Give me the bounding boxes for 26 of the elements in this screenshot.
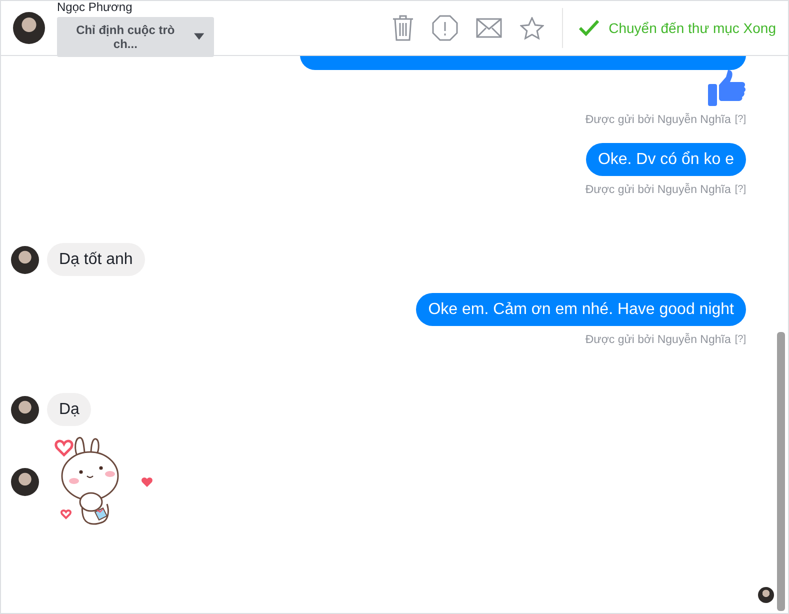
message-bubble: Oke. Dv có ổn ko e (586, 143, 746, 176)
checkmark-icon (578, 20, 599, 36)
contact-avatar (13, 12, 45, 44)
sent-by-label: Được gửi bởi Nguyễn Nghĩa (585, 114, 731, 126)
help-link[interactable]: [?] (734, 184, 746, 196)
contact-avatar (11, 468, 39, 496)
assign-dropdown[interactable]: Chỉ định cuộc trò ch... (57, 16, 214, 56)
seen-avatar (758, 587, 774, 603)
caret-icon (194, 33, 204, 40)
scrollbar-thumb[interactable] (777, 332, 785, 611)
trash-icon[interactable] (392, 15, 414, 41)
help-link[interactable]: [?] (734, 114, 746, 126)
alert-icon[interactable] (432, 15, 458, 41)
move-to-done-button[interactable]: Chuyển đến thư mục Xong (562, 20, 776, 36)
contact-avatar (11, 246, 39, 274)
star-icon[interactable] (520, 16, 544, 40)
message-bubble: Dạ (47, 393, 92, 426)
thumbs-up-icon (708, 70, 746, 106)
contact-name: Ngọc Phương (57, 1, 134, 14)
message-bubble: Oke em. Cảm ơn em nhé. Have good night (416, 293, 746, 326)
sent-by-label: Được gửi bởi Nguyễn Nghĩa (585, 184, 731, 196)
message-bubble: Dạ tốt anh (47, 243, 145, 276)
sent-by-label: Được gửi bởi Nguyễn Nghĩa (585, 334, 731, 346)
contact-avatar (11, 396, 39, 424)
envelope-icon[interactable] (476, 18, 502, 38)
help-link[interactable]: [?] (734, 334, 746, 346)
